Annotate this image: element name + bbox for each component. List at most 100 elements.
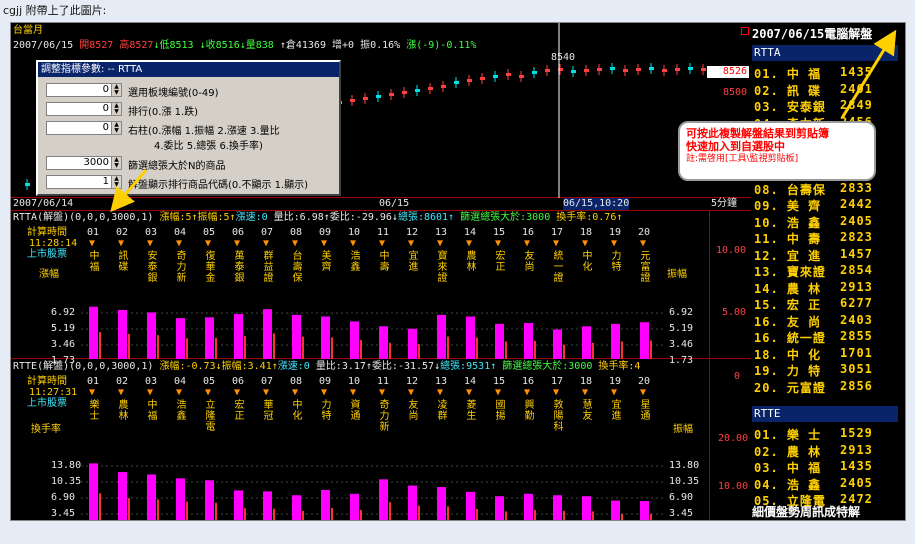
- bar: [582, 326, 591, 359]
- bar: [350, 493, 359, 520]
- spin-arrows-icon[interactable]: ▲ ▼: [111, 83, 122, 97]
- bar-secondary: [157, 499, 159, 520]
- ranking-item[interactable]: 03. 中 福 1435: [754, 459, 872, 476]
- tip-bubble: 可按此複製解盤結果到剪貼簿 快速加入到自選股中 註:需啓用[工具\監視剪貼板]: [678, 121, 876, 181]
- ranking-item[interactable]: 01. 樂 士 1529: [754, 426, 872, 443]
- candle-body: [662, 69, 667, 72]
- bar-secondary: [505, 341, 507, 359]
- ranking-item[interactable]: 10. 浩 鑫 2405: [754, 214, 872, 231]
- ranking-sidebar: 2007/06/15電腦解盤 RTTA 01. 中 福 1435 02. 訊 碟 24…: [752, 25, 904, 520]
- rtta-list-header[interactable]: RTTA: [752, 45, 898, 61]
- bar: [553, 495, 562, 520]
- ranking-item[interactable]: 11. 中 壽 2823: [754, 230, 872, 247]
- ranking-item[interactable]: 04. 浩 鑫 2405: [754, 476, 872, 493]
- bar-secondary: [99, 493, 101, 520]
- candle-body: [597, 68, 602, 71]
- bar-secondary: [99, 332, 101, 359]
- candle-body: [441, 85, 446, 88]
- bar: [147, 312, 156, 359]
- candle-body: [376, 95, 381, 98]
- candle-body: [532, 71, 537, 74]
- ranking-item[interactable]: 16. 統一證 2855: [754, 329, 872, 346]
- candle-body: [571, 70, 576, 73]
- tip-line: 可按此複製解盤結果到剪貼簿: [686, 127, 829, 140]
- bar: [205, 317, 214, 359]
- spin-arrows-icon[interactable]: ▲ ▼: [111, 156, 122, 170]
- ranking-item[interactable]: 01. 中 福 1435: [754, 65, 872, 82]
- bar: [321, 489, 330, 520]
- candle-body: [480, 77, 485, 80]
- bar: [640, 322, 649, 359]
- bar: [466, 491, 475, 520]
- indicator-params-dialog[interactable]: 調整指標參數: -- RTTA 0 ▲ ▼ 選用板塊編號(0-49) 0 ▲ ▼ 排行(…: [36, 60, 341, 196]
- time-axis: 2007/06/14 06/15 06/15,10:20 5分鐘: [11, 198, 751, 211]
- spin-arrows-icon[interactable]: ▲ ▼: [111, 102, 122, 116]
- right-column-input[interactable]: 0 ▲ ▼: [46, 121, 122, 135]
- candle-body: [415, 89, 420, 92]
- ranking-item[interactable]: 19. 力 特 3051: [754, 362, 872, 379]
- ranking-item[interactable]: 14. 農 林 2913: [754, 280, 872, 297]
- show-code-input[interactable]: 1 ▲ ▼: [46, 175, 122, 189]
- rtte-list-header[interactable]: RTTE: [752, 406, 898, 422]
- bar-secondary: [476, 337, 478, 359]
- bar-secondary: [360, 340, 362, 359]
- bar: [205, 480, 214, 520]
- bar: [408, 328, 417, 359]
- window-restore-icon[interactable]: [741, 27, 749, 35]
- ranking-item[interactable]: 18. 中 化 1701: [754, 346, 872, 363]
- x-date-label: 06/15: [379, 198, 410, 209]
- bar-secondary: [215, 502, 217, 520]
- x-cursor-label: 06/15,10:20: [563, 198, 630, 210]
- candle-body: [610, 67, 615, 70]
- ranking-item[interactable]: 15. 宏 正 6277: [754, 296, 872, 313]
- show-code-label: 解盤顯示排行商品代碼(0.不顯示 1.顯示): [128, 180, 309, 191]
- right-column-label-cont: 4.委比 5.總張 6.換手率): [154, 141, 263, 152]
- rank-label: 排行(0.漲 1.跌): [128, 107, 199, 118]
- ranking-item[interactable]: 20. 元富證 2856: [754, 379, 872, 396]
- bar-secondary: [621, 513, 623, 520]
- rank-input[interactable]: 0 ▲ ▼: [46, 102, 122, 116]
- board-number-input[interactable]: 0 ▲ ▼: [46, 83, 122, 97]
- bar: [379, 479, 388, 520]
- bar-secondary: [186, 338, 188, 359]
- rtta-bar-chart: [81, 306, 666, 359]
- footer-text: 細價盤勢周訊成特解: [752, 505, 861, 519]
- bar-secondary: [621, 341, 623, 359]
- candle-body: [688, 67, 693, 70]
- ranking-item[interactable]: 09. 美 齊 2442: [754, 197, 872, 214]
- candle-body: [454, 81, 459, 84]
- bar: [553, 329, 562, 359]
- bar: [263, 309, 272, 359]
- post-header: cgjj 附帶上了此圖片:: [3, 4, 107, 17]
- trading-chart-window: 台當月 2007/06/15 開8527 高8527↓低8513 ↓收8516↓…: [10, 22, 906, 521]
- peak-price-label: 8540: [551, 52, 576, 63]
- ranking-item[interactable]: 13. 寶來證 2854: [754, 263, 872, 280]
- ranking-item[interactable]: 03. 安泰銀 2849: [754, 98, 872, 115]
- min-volume-input[interactable]: 3000 ▲ ▼: [46, 156, 122, 170]
- candle-body: [701, 68, 706, 71]
- ranking-item[interactable]: 08. 台壽保 2833: [754, 181, 872, 198]
- bar: [234, 490, 243, 520]
- bar: [263, 491, 272, 520]
- bar-secondary: [563, 344, 565, 359]
- ranking-item[interactable]: 16. 友 尚 2403: [754, 313, 872, 330]
- bar-secondary: [447, 336, 449, 359]
- spin-arrows-icon[interactable]: ▲ ▼: [111, 121, 122, 135]
- min-volume-label: 篩選總張大於N的商品: [128, 161, 226, 172]
- candle-body: [389, 93, 394, 96]
- ranking-item[interactable]: 12. 宜 進 1457: [754, 247, 872, 264]
- bar-secondary: [244, 336, 246, 359]
- spin-arrows-icon[interactable]: ▲ ▼: [111, 175, 122, 189]
- bar: [408, 485, 417, 520]
- bar: [524, 493, 533, 520]
- ranking-item[interactable]: 02. 訊 碟 2401: [754, 82, 872, 99]
- right-axis-strip: 10.00 5.00 0 20.00 10.00: [709, 211, 751, 520]
- bar-secondary: [273, 333, 275, 359]
- ranking-item[interactable]: 02. 農 林 2913: [754, 443, 872, 460]
- bar-secondary: [476, 509, 478, 520]
- bar-secondary: [157, 335, 159, 359]
- bar-secondary: [331, 337, 333, 359]
- bar: [292, 314, 301, 359]
- bar: [495, 323, 504, 359]
- analysis-date: 2007/06/15電腦解盤: [752, 27, 873, 41]
